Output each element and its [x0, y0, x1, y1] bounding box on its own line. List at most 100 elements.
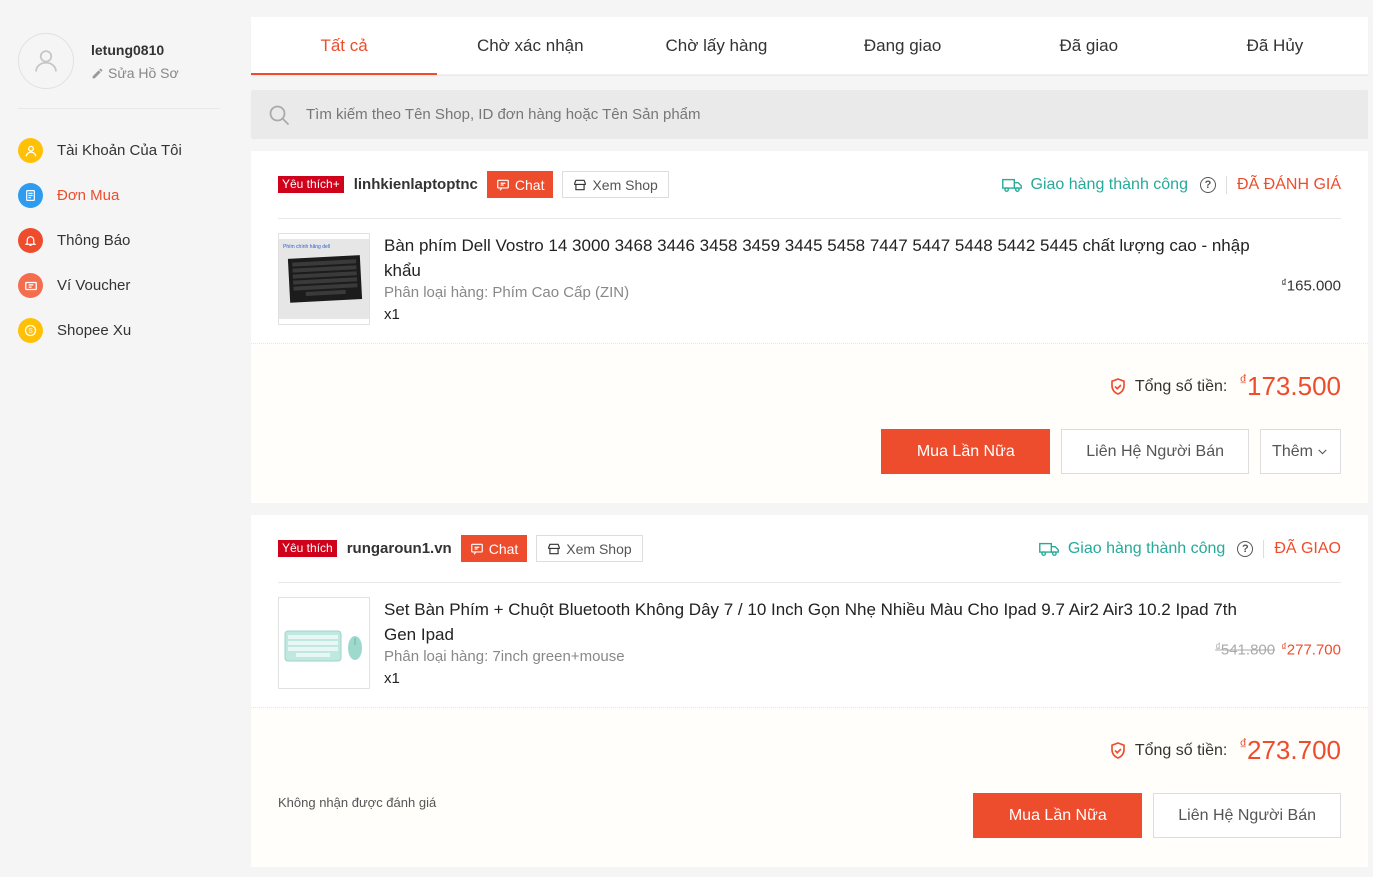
keyboard-image-icon: Phím chính hãng dell [279, 239, 369, 319]
tab-delivered[interactable]: Đã giao [996, 17, 1182, 74]
help-icon[interactable]: ? [1237, 540, 1254, 557]
status-divider [1263, 539, 1265, 558]
shield-icon [1110, 742, 1125, 759]
product-row[interactable]: Set Bàn Phím + Chuột Bluetooth Không Dây… [278, 583, 1341, 707]
sidebar-item-notifications[interactable]: Thông Báo [18, 218, 182, 263]
tab-pending-pickup[interactable]: Chờ lấy hàng [623, 17, 809, 74]
tab-cancelled[interactable]: Đã Hủy [1182, 17, 1368, 74]
favorite-badge: Yêu thích+ [278, 176, 344, 193]
total-value: ₫273.700 [1239, 735, 1341, 766]
tab-all[interactable]: Tất cả [251, 17, 438, 75]
user-placeholder-icon [35, 50, 57, 72]
main-content: Tất cả Chờ xác nhận Chờ lấy hàng Đang gi… [251, 17, 1368, 867]
sidebar-item-label: Đơn Mua [57, 187, 120, 204]
order-header-section: Yêu thích+ linhkienlaptoptnc Chat Xem Sh… [251, 151, 1368, 343]
tab-shipping[interactable]: Đang giao [810, 17, 996, 74]
view-shop-button[interactable]: Xem Shop [562, 171, 669, 198]
review-note: Không nhận được đánh giá [278, 794, 437, 810]
product-info: Set Bàn Phím + Chuột Bluetooth Không Dây… [384, 597, 1264, 689]
sidebar-item-vouchers[interactable]: Ví Voucher [18, 263, 182, 308]
order-total-row: Tổng số tiền: ₫273.700 [278, 708, 1341, 793]
product-name: Bàn phím Dell Vostro 14 3000 3468 3446 3… [384, 236, 1250, 280]
price-value: 165.000 [1286, 277, 1341, 295]
sidebar-item-coins[interactable]: S Shopee Xu [18, 308, 182, 353]
sidebar-item-label: Thông Báo [57, 232, 131, 249]
search-input[interactable] [306, 106, 1206, 123]
pencil-icon [92, 68, 103, 78]
status-label: ĐÃ GIAO [1274, 539, 1341, 557]
original-price: 541.800 [1220, 641, 1276, 659]
buy-again-button[interactable]: Mua Lần Nữa [973, 793, 1143, 838]
total-label: Tổng số tiền: [1134, 741, 1228, 759]
delivery-status-text[interactable]: Giao hàng thành công [1031, 176, 1188, 194]
ticket-icon [18, 273, 43, 298]
product-info: Bàn phím Dell Vostro 14 3000 3468 3446 3… [384, 233, 1264, 325]
sidebar-item-account[interactable]: Tài Khoản Của Tôi [18, 128, 182, 173]
more-button[interactable]: Thêm [1260, 429, 1341, 474]
truck-icon [1038, 542, 1059, 556]
total-amount: 173.500 [1247, 371, 1341, 401]
product-name: Set Bàn Phím + Chuột Bluetooth Không Dây… [384, 600, 1237, 644]
product-thumbnail[interactable]: Phím chính hãng dell [278, 233, 370, 325]
status-divider [1225, 175, 1227, 194]
sale-price: 277.700 [1286, 641, 1341, 659]
contact-seller-button[interactable]: Liên Hệ Người Bán [1153, 793, 1341, 838]
tab-pending-confirmation[interactable]: Chờ xác nhận [437, 17, 623, 74]
contact-seller-button[interactable]: Liên Hệ Người Bán [1061, 429, 1249, 474]
chat-label: Chat [488, 540, 519, 557]
help-icon[interactable]: ? [1199, 176, 1216, 193]
shop-icon [574, 179, 587, 190]
edit-profile-label: Sửa Hồ Sơ [108, 65, 179, 81]
shop-icon [548, 543, 561, 554]
status-label: ĐÃ ĐÁNH GIÁ [1236, 175, 1341, 193]
keyboard-mouse-image-icon [279, 603, 369, 683]
product-variant: Phân loại hàng: Phím Cao Cấp (ZIN) [384, 284, 630, 301]
sidebar-menu: Tài Khoản Của Tôi Đơn Mua Thông Báo Ví V… [18, 128, 182, 353]
chevron-down-icon [1318, 449, 1327, 455]
product-quantity: x1 [384, 670, 400, 687]
coin-icon: S [18, 318, 43, 343]
clipboard-icon [18, 183, 43, 208]
sidebar-item-purchases[interactable]: Đơn Mua [18, 173, 182, 218]
chat-icon [470, 543, 483, 555]
delivery-status-text[interactable]: Giao hàng thành công [1068, 540, 1225, 558]
chat-button[interactable]: Chat [460, 535, 528, 562]
total-amount: 273.700 [1247, 735, 1341, 765]
chat-button[interactable]: Chat [486, 171, 554, 198]
search-icon [269, 105, 290, 125]
product-price: ₫541.800 ₫277.700 [1215, 641, 1341, 658]
currency-symbol: ₫ [1239, 372, 1248, 389]
order-card: Yêu thích+ linhkienlaptoptnc Chat Xem Sh… [251, 151, 1368, 503]
profile-section: letung0810 Sửa Hồ Sơ [18, 33, 220, 109]
product-price: ₫165.000 [1281, 277, 1341, 294]
sidebar-item-label: Tài Khoản Của Tôi [57, 142, 182, 159]
view-shop-button[interactable]: Xem Shop [536, 535, 643, 562]
svg-text:S: S [28, 328, 33, 335]
total-value: ₫173.500 [1239, 371, 1341, 402]
order-tabs: Tất cả Chờ xác nhận Chờ lấy hàng Đang gi… [251, 17, 1368, 75]
product-quantity: x1 [384, 306, 400, 323]
sidebar-item-label: Ví Voucher [57, 277, 131, 294]
order-actions: Không nhận được đánh giá Mua Lần Nữa Liê… [278, 793, 1341, 867]
product-variant: Phân loại hàng: 7inch green+mouse [384, 648, 625, 665]
avatar[interactable] [18, 33, 74, 89]
product-row[interactable]: Phím chính hãng dell Bàn phím Dell Vostr… [278, 219, 1341, 343]
product-thumbnail[interactable] [278, 597, 370, 689]
order-actions: Mua Lần Nữa Liên Hệ Người Bán Thêm [278, 429, 1341, 503]
shop-row: Yêu thích+ linhkienlaptoptnc Chat Xem Sh… [278, 151, 1341, 219]
edit-profile-link[interactable]: Sửa Hồ Sơ [91, 65, 179, 81]
buy-again-button[interactable]: Mua Lần Nữa [881, 429, 1051, 474]
order-status: Giao hàng thành công ? ĐÃ GIAO [1038, 539, 1341, 558]
shield-icon [1110, 378, 1125, 395]
favorite-badge: Yêu thích [278, 540, 337, 557]
order-footer-section: Tổng số tiền: ₫273.700 Không nhận được đ… [251, 707, 1368, 867]
chat-icon [497, 179, 509, 191]
truck-icon [1001, 178, 1022, 192]
svg-text:Phím chính hãng dell: Phím chính hãng dell [283, 244, 330, 250]
user-icon [18, 138, 43, 163]
shop-name[interactable]: linhkienlaptoptnc [354, 176, 478, 193]
shop-name[interactable]: rungaroun1.vn [347, 540, 452, 557]
order-total-row: Tổng số tiền: ₫173.500 [278, 344, 1341, 429]
total-label: Tổng số tiền: [1134, 377, 1228, 395]
sidebar: letung0810 Sửa Hồ Sơ Tài Khoản Của Tôi Đ… [0, 0, 250, 877]
